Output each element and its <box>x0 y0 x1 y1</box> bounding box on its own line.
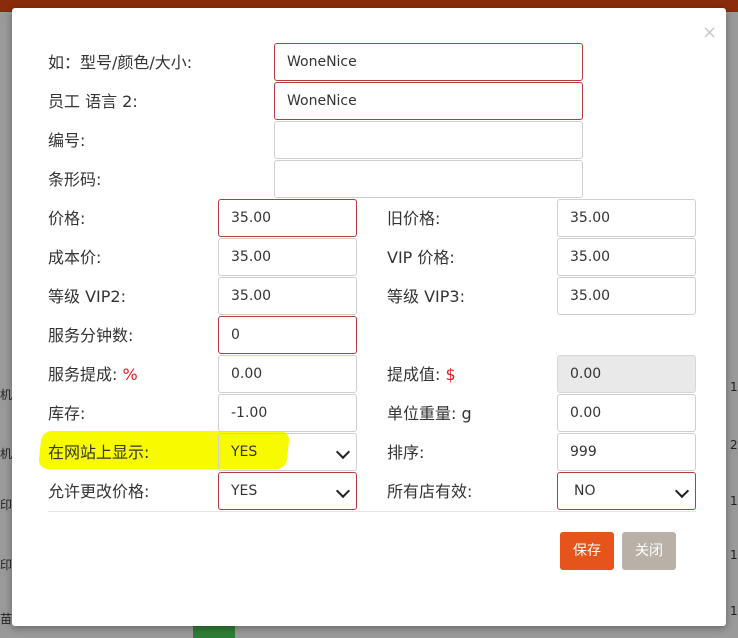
label-vip3: 等级 VIP3: <box>387 287 465 306</box>
barcode-input[interactable] <box>274 160 583 198</box>
service-minutes-input[interactable]: 0 <box>218 316 357 354</box>
footer-divider <box>48 511 696 512</box>
save-button[interactable]: 保存 <box>560 532 614 570</box>
label-allow-price-change: 允许更改价格: <box>48 482 150 501</box>
bg-table-cell: 印 <box>0 498 13 512</box>
label-commission-value: 提成值: $ <box>387 365 456 385</box>
close-button[interactable]: 关闭 <box>622 532 676 570</box>
label-cost: 成本价: <box>48 248 102 267</box>
allow-price-change-value: YES <box>231 483 258 499</box>
label-staff-lang2: 员工 语言 2: <box>48 92 138 111</box>
all-stores-select[interactable]: NO <box>557 472 696 510</box>
bg-table-cell: 1 <box>730 380 738 394</box>
label-barcode: 条形码: <box>48 170 102 189</box>
unit-weight-input[interactable]: 0.00 <box>557 394 696 432</box>
label-commission-value-text: 提成值: <box>387 365 441 384</box>
sort-input[interactable]: 999 <box>557 433 696 471</box>
bg-table-cell: 1 <box>730 604 738 618</box>
stock-input[interactable]: -1.00 <box>218 394 357 432</box>
bg-table-cell: 1 <box>730 548 738 562</box>
spec-input[interactable]: WoneNice <box>274 43 583 81</box>
label-vip-price: VIP 价格: <box>387 248 455 267</box>
bg-table-cell: 机 <box>0 388 13 402</box>
dollar-sign: $ <box>445 365 456 384</box>
bg-green-button <box>193 626 235 638</box>
vip3-input[interactable]: 35.00 <box>557 277 696 315</box>
show-on-site-value: YES <box>231 444 258 460</box>
label-sort: 排序: <box>387 443 425 462</box>
label-old-price: 旧价格: <box>387 209 441 228</box>
code-input[interactable] <box>274 121 583 159</box>
chevron-down-icon <box>674 483 690 499</box>
old-price-input[interactable]: 35.00 <box>557 199 696 237</box>
vip-price-input[interactable]: 35.00 <box>557 238 696 276</box>
commission-value-input: 0.00 <box>557 355 696 393</box>
bg-table-cell: 2 <box>730 438 738 452</box>
chevron-down-icon <box>335 444 351 460</box>
label-stock: 库存: <box>48 404 86 423</box>
bg-table-cell: 印 <box>0 558 13 572</box>
label-commission-text: 服务提成: <box>48 365 118 384</box>
label-service-minutes: 服务分钟数: <box>48 326 134 345</box>
percent-sign: % <box>122 365 138 384</box>
vip2-input[interactable]: 35.00 <box>218 277 357 315</box>
commission-input[interactable]: 0.00 <box>218 355 357 393</box>
bg-table-cell: 1 <box>730 494 738 508</box>
label-show-on-site: 在网站上显示: <box>48 443 150 462</box>
bg-table-cell: 苗 <box>0 612 13 626</box>
price-input[interactable]: 35.00 <box>218 199 357 237</box>
label-price: 价格: <box>48 209 86 228</box>
cost-input[interactable]: 35.00 <box>218 238 357 276</box>
all-stores-value: NO <box>574 483 596 499</box>
allow-price-change-select[interactable]: YES <box>218 472 357 510</box>
label-vip2: 等级 VIP2: <box>48 287 126 306</box>
show-on-site-select[interactable]: YES <box>218 433 357 471</box>
label-commission: 服务提成: % <box>48 365 138 385</box>
close-icon[interactable]: × <box>702 24 717 42</box>
bg-table-cell: 机 <box>0 447 13 461</box>
label-spec: 如：型号/颜色/大小: <box>48 53 193 72</box>
label-code: 编号: <box>48 131 86 150</box>
staff-lang2-input[interactable]: WoneNice <box>274 82 583 120</box>
chevron-down-icon <box>335 483 351 499</box>
label-unit-weight: 单位重量: g <box>387 404 472 423</box>
product-edit-modal: × 如：型号/颜色/大小: WoneNice 员工 语言 2: WoneNice… <box>12 8 726 626</box>
label-all-stores: 所有店有效: <box>387 482 473 501</box>
